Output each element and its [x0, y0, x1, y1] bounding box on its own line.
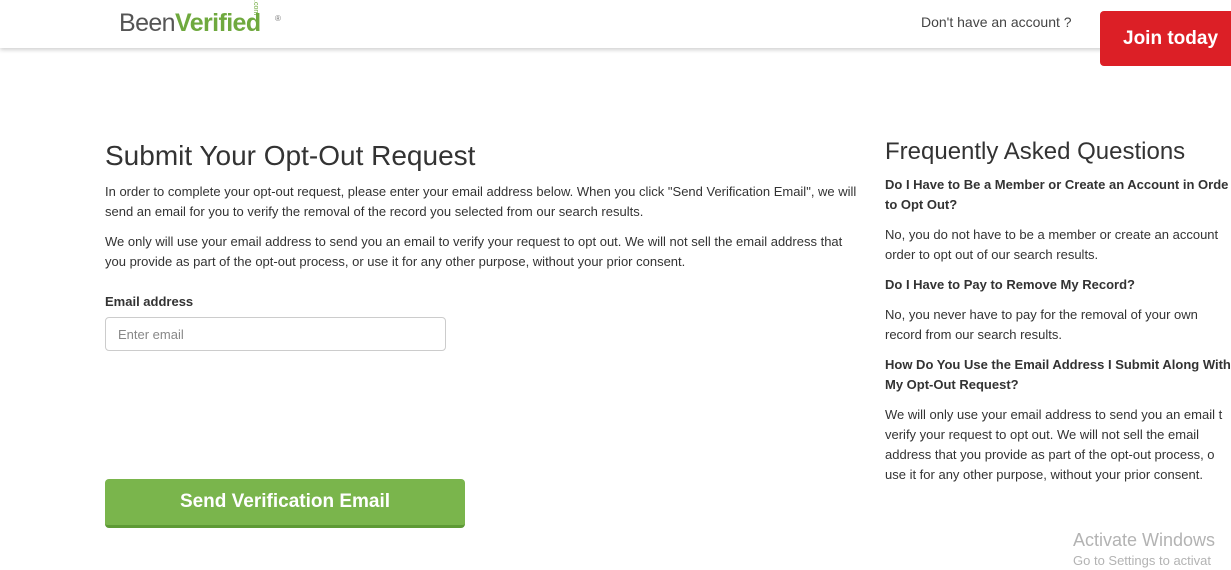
- faq-answer-line: No, you never have to pay for the remova…: [885, 307, 1198, 322]
- faq-question: Do I Have to Pay to Remove My Record?: [885, 275, 1231, 295]
- top-header: BeenVerified.com ® Don't have an account…: [0, 0, 1231, 48]
- faq-answer-line: use it for any other purpose, without yo…: [885, 467, 1203, 482]
- privacy-paragraph: We only will use your email address to s…: [105, 234, 843, 269]
- watermark-title: Activate Windows: [1073, 530, 1216, 550]
- send-verification-email-button[interactable]: Send Verification Email: [105, 479, 465, 528]
- faq-answer-line: address that you provide as part of the …: [885, 447, 1215, 462]
- logo-text-been: Been: [119, 9, 176, 37]
- email-input[interactable]: [105, 317, 446, 351]
- beenverified-logo[interactable]: BeenVerified.com ®: [119, 0, 281, 44]
- faq-question: Do I Have to Be a Member or Create an Ac…: [885, 175, 1231, 215]
- faq-answer: We will only use your email address to s…: [885, 405, 1231, 485]
- page-title: Submit Your Opt-Out Request: [105, 140, 476, 171]
- faq-answer-line: verify your request to opt out. We will …: [885, 427, 1200, 442]
- email-label: Email address: [105, 294, 194, 309]
- windows-activation-watermark: Activate Windows Go to Settings to activ…: [1073, 528, 1215, 570]
- faq-answer-line: order to opt out of our search results.: [885, 247, 1099, 262]
- faq-answer-line: No, you do not have to be a member or cr…: [885, 227, 1219, 242]
- faq-answer-line: record from our search results.: [885, 327, 1063, 342]
- faq-question-line: Do I Have to Be a Member or Create an Ac…: [885, 177, 1229, 192]
- faq-question-line: to Opt Out?: [885, 197, 958, 212]
- watermark-subtitle: Go to Settings to activat: [1073, 553, 1212, 568]
- intro-paragraph: In order to complete your opt-out reques…: [105, 184, 857, 219]
- join-today-button[interactable]: Join today: [1100, 11, 1231, 66]
- faq-answer-line: We will only use your email address to s…: [885, 407, 1223, 422]
- faq-answer: No, you never have to pay for the remova…: [885, 305, 1231, 345]
- registered-mark: ®: [275, 14, 281, 23]
- faq-question: How Do You Use the Email Address I Submi…: [885, 355, 1231, 395]
- faq-question-line: My Opt-Out Request?: [885, 377, 1019, 392]
- logo-text-dotcom: .com: [251, 0, 259, 16]
- faq-question-line: How Do You Use the Email Address I Submi…: [885, 357, 1231, 372]
- faq-answer: No, you do not have to be a member or cr…: [885, 225, 1231, 265]
- faq-title: Frequently Asked Questions: [885, 138, 1186, 165]
- no-account-text: Don't have an account ?: [921, 14, 1072, 30]
- faq-question-line: Do I Have to Pay to Remove My Record?: [885, 277, 1135, 292]
